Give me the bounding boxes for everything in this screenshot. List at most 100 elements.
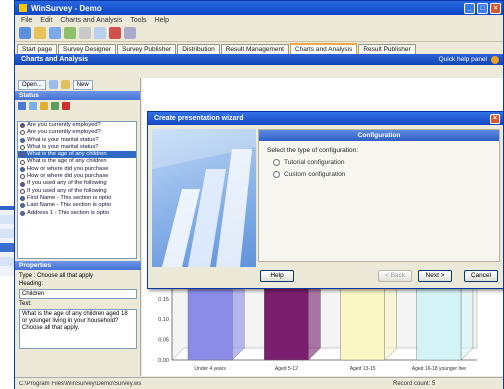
folder-icon[interactable] xyxy=(60,80,70,89)
status-header: Status xyxy=(15,91,140,100)
settings-icon[interactable] xyxy=(124,27,136,39)
question-icon xyxy=(20,203,25,209)
x-tick-label: Aged 13-15 xyxy=(350,366,376,372)
question-icon xyxy=(20,181,25,187)
heading-label: Heading: xyxy=(19,281,44,287)
configuration-header: Configuration xyxy=(259,130,499,141)
question-icon xyxy=(20,196,25,202)
question-text-field[interactable]: What is the age of any children aged 18 … xyxy=(19,309,137,349)
export-icon[interactable] xyxy=(51,101,59,110)
quick-help-link[interactable]: Quick help panel xyxy=(439,56,487,63)
question-list-item[interactable]: First Name - This section is optio xyxy=(18,195,136,202)
question-icon xyxy=(20,174,25,180)
print-icon[interactable] xyxy=(79,27,91,39)
left-toolbar: Open... New xyxy=(15,78,140,91)
radio-tutorial[interactable] xyxy=(273,159,280,166)
heading-field[interactable]: Children xyxy=(19,289,137,299)
properties-header: Properties xyxy=(15,261,141,270)
question-list-item[interactable]: What is your marital status? xyxy=(18,137,136,144)
wizard-title: Create presentation wizard xyxy=(154,115,244,122)
radio-custom[interactable] xyxy=(273,171,280,178)
presentation-wizard-dialog: Create presentation wizard × Configurati… xyxy=(147,111,504,289)
menu-edit[interactable]: Edit xyxy=(40,17,52,24)
left-pane: Open... New Status Are you currently emp… xyxy=(15,78,141,376)
list-toolbar xyxy=(15,100,140,111)
tab-survey-publisher[interactable]: Survey Publisher xyxy=(117,44,177,54)
menu-file[interactable]: File xyxy=(21,17,32,24)
open-icon[interactable] xyxy=(34,27,46,39)
tab-distribution[interactable]: Distribution xyxy=(177,44,220,54)
wizard-close-icon[interactable]: × xyxy=(490,113,500,124)
configuration-prompt: Select the type of configuration: xyxy=(267,147,359,154)
question-type: Type : Choose all that apply xyxy=(19,273,94,279)
maximize-icon[interactable]: □ xyxy=(477,2,488,14)
question-list-item[interactable]: If you used any of the following xyxy=(18,180,136,187)
question-list-item[interactable]: Last Name - This section is optio xyxy=(18,202,136,209)
tab-result-publisher[interactable]: Result Publisher xyxy=(358,44,416,54)
close-icon[interactable]: × xyxy=(490,2,501,14)
record-count: Record count: 5 xyxy=(393,380,436,387)
question-list[interactable]: Are you currently employed? Are you curre… xyxy=(17,121,137,259)
file-path: C:\Program Files\WinSurvey\Demo\Survey.w… xyxy=(19,380,142,387)
question-list-item[interactable]: What is the age of any children xyxy=(18,151,136,159)
question-list-item[interactable]: Are you currently employed? xyxy=(18,122,136,129)
tab-start-page[interactable]: Start page xyxy=(17,44,57,54)
delete-icon[interactable] xyxy=(109,27,121,39)
back-button[interactable]: < Back xyxy=(378,270,412,282)
option-tutorial[interactable]: Tutorial configuration xyxy=(259,154,499,166)
y-tick-label: 0.15 xyxy=(158,297,169,303)
y-tick-label: 0.00 xyxy=(158,358,169,364)
question-list-item[interactable]: What is your marital status? xyxy=(18,144,136,151)
question-label: If you used any of the following xyxy=(27,180,107,187)
tab-result-management[interactable]: Result Management xyxy=(220,44,289,54)
section-header: Charts and Analysis Quick help panel xyxy=(15,54,503,65)
question-list-item[interactable]: What is the age of any children xyxy=(18,158,136,165)
question-label: What is the age of any children xyxy=(27,158,107,165)
x-tick-label: Aged 16-18 younger live xyxy=(412,366,466,372)
tab-survey-designer[interactable]: Survey Designer xyxy=(58,44,117,54)
question-label: What is your marital status? xyxy=(27,143,99,150)
menu-tools[interactable]: Tools xyxy=(130,17,146,24)
question-label: How or where did you purchase xyxy=(27,165,109,172)
question-list-item[interactable]: How or where did you purchase xyxy=(18,173,136,180)
x-tick-label: Under 4 years xyxy=(194,366,226,372)
question-icon xyxy=(20,210,25,216)
filter-icon[interactable] xyxy=(40,101,48,110)
option-tutorial-label: Tutorial configuration xyxy=(284,159,345,166)
save-icon[interactable] xyxy=(49,27,61,39)
question-label: What is your marital status? xyxy=(27,136,99,143)
text-label: Text: xyxy=(19,301,32,307)
question-label: If you used any of the following xyxy=(27,187,107,194)
question-list-item[interactable]: Are you currently employed? xyxy=(18,129,136,136)
remove-icon[interactable] xyxy=(62,101,70,110)
help-icon[interactable] xyxy=(491,55,499,64)
open-button[interactable]: Open... xyxy=(18,79,46,90)
question-label: How or where did you purchase xyxy=(27,173,109,180)
question-list-item[interactable]: Address 1 - This section is optio xyxy=(18,210,136,217)
help-button[interactable]: Help xyxy=(260,270,294,282)
question-label: Are you currently employed? xyxy=(27,129,101,136)
tab-charts-analysis[interactable]: Charts and Analysis xyxy=(289,43,358,54)
option-custom[interactable]: Custom configuration xyxy=(259,166,499,178)
menu-charts[interactable]: Charts and Analysis xyxy=(60,17,122,24)
next-button[interactable]: Next > xyxy=(418,270,452,282)
question-list-item[interactable]: How or where did you purchase xyxy=(18,166,136,173)
question-icon xyxy=(20,137,25,143)
chart-icon[interactable] xyxy=(29,101,37,110)
list-view-icon[interactable] xyxy=(18,101,26,110)
publish-icon[interactable] xyxy=(64,27,76,39)
y-tick-label: 0.05 xyxy=(158,338,169,344)
menu-help[interactable]: Help xyxy=(155,17,169,24)
new-icon[interactable] xyxy=(19,27,31,39)
question-list-item[interactable]: If you used any of the following xyxy=(18,188,136,195)
cancel-button[interactable]: Cancel xyxy=(464,270,498,282)
question-icon xyxy=(20,166,25,172)
refresh-icon[interactable] xyxy=(48,80,58,89)
x-tick-label: Aged 5-12 xyxy=(275,366,298,372)
module-tabs: Start page Survey Designer Survey Publis… xyxy=(15,42,503,54)
question-label: Last Name - This section is optio xyxy=(27,202,111,209)
preview-icon[interactable] xyxy=(94,27,106,39)
new-button[interactable]: New xyxy=(72,79,93,90)
minimize-icon[interactable]: _ xyxy=(464,2,475,14)
question-icon xyxy=(20,123,25,129)
